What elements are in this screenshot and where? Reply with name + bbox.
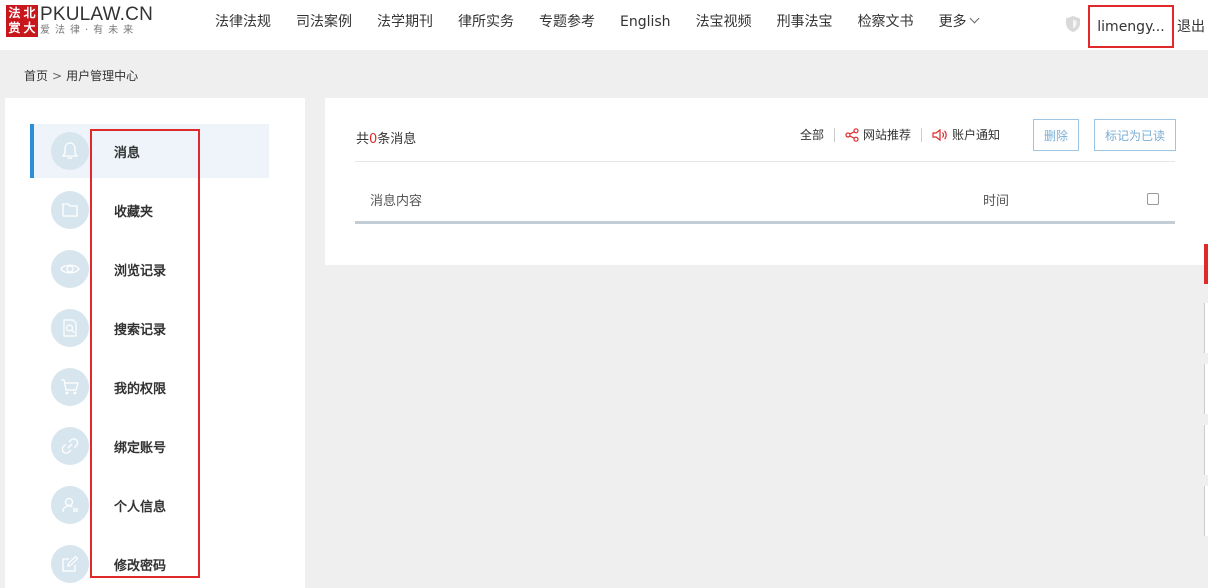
nav-cases[interactable]: 司法案例: [296, 12, 352, 32]
breadcrumb-separator: >: [52, 69, 63, 83]
nav-videos[interactable]: 法宝视频: [696, 12, 752, 32]
main-nav: 法律法规 司法案例 法学期刊 律所实务 专题参考 English 法宝视频 刑事…: [215, 12, 1003, 32]
nav-practice[interactable]: 律所实务: [458, 12, 514, 32]
floating-tab[interactable]: [1204, 364, 1208, 414]
sidebar-item-label: 消息: [114, 145, 141, 161]
bell-icon: [51, 132, 89, 170]
sidebar-item-favorites[interactable]: 收藏夹: [30, 183, 269, 237]
divider: [355, 161, 1175, 162]
shield-icon: [1066, 16, 1080, 32]
sidebar-item-label: 收藏夹: [114, 204, 154, 220]
sidebar: 消息 收藏夹 浏览记录 搜索记录 我的权限 绑定账号 个人信息 修改密码: [5, 98, 305, 588]
sidebar-item-label: 浏览记录: [114, 263, 167, 279]
share-icon: [845, 127, 859, 142]
floating-tab[interactable]: [1204, 486, 1208, 536]
logo[interactable]: 法北赏大 PKULAW.CN 爱法律·有未来: [6, 4, 153, 38]
sidebar-item-profile[interactable]: 个人信息: [30, 478, 269, 532]
logo-slogan: 爱法律·有未来: [40, 25, 139, 36]
link-icon: [51, 427, 89, 465]
floating-tab[interactable]: [1204, 303, 1208, 353]
select-all-checkbox[interactable]: [1147, 193, 1159, 205]
username-link[interactable]: limengy...: [1088, 5, 1174, 48]
column-header-time: 时间: [983, 194, 1010, 209]
sidebar-item-label: 搜索记录: [114, 322, 167, 338]
nav-procuratorate[interactable]: 检察文书: [858, 12, 914, 32]
message-count: 共0条消息: [356, 132, 417, 147]
nav-topics[interactable]: 专题参考: [539, 12, 595, 32]
sidebar-item-messages[interactable]: 消息: [30, 124, 269, 178]
search-document-icon: [51, 309, 89, 347]
sidebar-item-change-password[interactable]: 修改密码: [30, 537, 269, 588]
message-filters: 全部 网站推荐 账户通知: [800, 126, 1000, 143]
sidebar-item-history[interactable]: 浏览记录: [30, 242, 269, 296]
top-header: 法北赏大 PKULAW.CN 爱法律·有未来 法律法规 司法案例 法学期刊 律所…: [0, 0, 1208, 50]
breadcrumb-current: 用户管理中心: [66, 69, 139, 83]
breadcrumb-home[interactable]: 首页: [24, 69, 48, 83]
sidebar-item-bind-account[interactable]: 绑定账号: [30, 419, 269, 473]
messages-panel: 共0条消息 全部 网站推荐 账户通知 删除 标记为已读 消息内容 时间: [325, 98, 1208, 265]
breadcrumb: 首页 > 用户管理中心: [24, 67, 138, 84]
sidebar-item-search-history[interactable]: 搜索记录: [30, 301, 269, 355]
mark-read-button[interactable]: 标记为已读: [1094, 119, 1176, 151]
filter-site-recommend[interactable]: 网站推荐: [845, 126, 911, 143]
logo-seal: 法北赏大: [6, 5, 38, 37]
sidebar-item-label: 个人信息: [114, 499, 167, 515]
edit-icon: [51, 545, 89, 583]
column-header-content: 消息内容: [370, 194, 423, 209]
sidebar-item-label: 修改密码: [114, 558, 167, 574]
table-header-divider: [355, 221, 1175, 224]
cart-icon: [51, 368, 89, 406]
nav-more[interactable]: 更多: [939, 12, 980, 32]
right-floating-toolbar: [1204, 0, 1208, 588]
nav-criminal[interactable]: 刑事法宝: [777, 12, 833, 32]
filter-all[interactable]: 全部: [800, 126, 824, 143]
divider: [834, 127, 836, 142]
speaker-icon: [932, 128, 947, 141]
eye-icon: [51, 250, 89, 288]
folder-icon: [51, 191, 89, 229]
sidebar-item-permissions[interactable]: 我的权限: [30, 360, 269, 414]
user-profile-icon: [51, 486, 89, 524]
nav-english[interactable]: English: [620, 12, 671, 32]
logout-link[interactable]: 退出: [1177, 16, 1205, 36]
nav-laws[interactable]: 法律法规: [215, 12, 271, 32]
sidebar-item-label: 我的权限: [114, 381, 167, 397]
floating-tab[interactable]: [1204, 425, 1208, 475]
logo-title: PKULAW.CN: [40, 4, 154, 25]
filter-account-notice[interactable]: 账户通知: [932, 126, 1000, 143]
divider: [921, 127, 923, 142]
chevron-down-icon: [969, 13, 980, 24]
delete-button[interactable]: 删除: [1033, 119, 1079, 151]
nav-journals[interactable]: 法学期刊: [377, 12, 433, 32]
floating-tab[interactable]: [1204, 244, 1208, 284]
sidebar-item-label: 绑定账号: [114, 440, 167, 456]
